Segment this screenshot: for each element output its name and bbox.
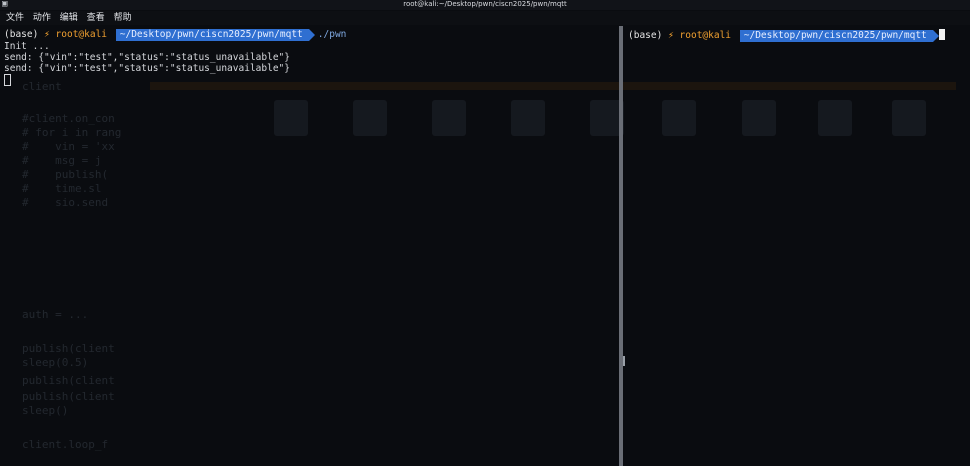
- conda-env: (base): [628, 30, 663, 41]
- prompt-line: (base) ⚡ root@kali ~/Desktop/pwn/ciscn20…: [628, 29, 945, 42]
- pane-divider[interactable]: [619, 26, 623, 466]
- prompt-user: root@kali: [55, 29, 108, 40]
- menu-bar: 文件 动作 编辑 查看 帮助: [0, 11, 970, 25]
- prompt-command: ./pwn: [317, 29, 347, 40]
- menu-help[interactable]: 帮助: [114, 11, 132, 25]
- cursor-line: [4, 74, 11, 89]
- bolt-icon: ⚡: [44, 29, 50, 40]
- menu-file[interactable]: 文件: [6, 11, 24, 25]
- prompt-path: ~/Desktop/pwn/ciscn2025/pwn/mqtt: [739, 30, 939, 42]
- window-title: root@kali:~/Desktop/pwn/ciscn2025/pwn/mq…: [403, 0, 567, 8]
- menu-edit[interactable]: 编辑: [60, 11, 78, 25]
- left-terminal-pane[interactable]: (base) ⚡ root@kali ~/Desktop/pwn/ciscn20…: [0, 26, 618, 466]
- cursor-icon: [938, 29, 945, 40]
- menu-view[interactable]: 查看: [87, 11, 105, 25]
- right-terminal-pane[interactable]: (base) ⚡ root@kali ~/Desktop/pwn/ciscn20…: [624, 26, 970, 466]
- cursor-icon: [4, 74, 11, 86]
- conda-env: (base): [4, 29, 39, 40]
- prompt-line: (base) ⚡ root@kali ~/Desktop/pwn/ciscn20…: [4, 29, 346, 41]
- menu-actions[interactable]: 动作: [33, 11, 51, 25]
- output-line: send: {"vin":"test","status":"status_una…: [4, 63, 290, 74]
- title-bar: ▣ root@kali:~/Desktop/pwn/ciscn2025/pwn/…: [0, 0, 970, 10]
- prompt-path: ~/Desktop/pwn/ciscn2025/pwn/mqtt: [115, 29, 315, 41]
- prompt-user: root@kali: [679, 30, 732, 41]
- bolt-icon: ⚡: [668, 30, 674, 41]
